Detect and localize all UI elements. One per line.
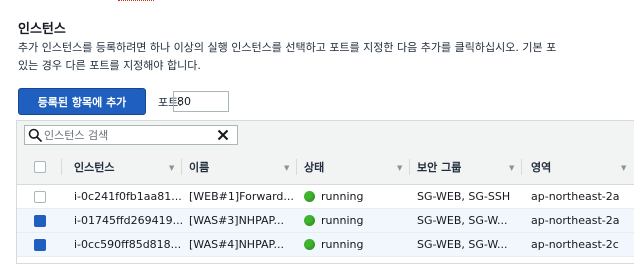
column-header-name[interactable]: 이름 bbox=[189, 149, 209, 184]
select-all-checkbox[interactable] bbox=[34, 149, 46, 184]
table-header: 인스턴스 ▼ 이름 ▼ 상태 ▼ 보안 그룹 ▼ 영역 ▼ bbox=[17, 149, 634, 185]
instance-name: [WAS#3]NHPAP... bbox=[189, 214, 284, 227]
zone: ap-northeast-2c bbox=[531, 238, 619, 251]
zone: ap-northeast-2a bbox=[531, 190, 620, 203]
table-row[interactable]: i-0cc590ff85d818... [WAS#4]NHPAP... runn… bbox=[17, 233, 634, 257]
state-label: running bbox=[321, 214, 364, 227]
sort-caret-icon[interactable]: ▼ bbox=[621, 164, 626, 172]
column-header-instance[interactable]: 인스턴스 bbox=[74, 149, 114, 184]
column-header-state[interactable]: 상태 bbox=[304, 149, 324, 184]
security-group: SG-WEB, SG-W... bbox=[417, 238, 508, 251]
instance-id: i-0cc590ff85d818... bbox=[74, 238, 182, 251]
instances-panel: 인스턴스 추가 인스턴스를 등록하려면 하나 이상의 실행 인스턴스를 선택하고… bbox=[12, 8, 634, 264]
column-header-security-group[interactable]: 보안 그룹 bbox=[417, 149, 461, 184]
table-row[interactable]: i-0c241f0fb1aa81... [WEB#1]Forward... ru… bbox=[17, 185, 634, 209]
panel-description: 추가 인스턴스를 등록하려면 하나 이상의 실행 인스턴스를 선택하고 포트를 … bbox=[18, 41, 557, 72]
running-status-icon bbox=[304, 215, 315, 226]
add-to-registered-button[interactable]: 등록된 항목에 추가 bbox=[18, 88, 146, 115]
instance-id: i-01745ffd269419... bbox=[74, 214, 184, 227]
instance-name: [WEB#1]Forward... bbox=[189, 190, 294, 203]
column-divider bbox=[61, 159, 62, 175]
search-icon bbox=[26, 126, 44, 144]
column-header-zone[interactable]: 영역 bbox=[531, 149, 551, 184]
column-divider bbox=[521, 159, 522, 175]
column-divider bbox=[181, 159, 182, 175]
security-group: SG-WEB, SG-W... bbox=[417, 214, 508, 227]
search-placeholder: 인스턴스 검색 bbox=[44, 129, 109, 142]
row-checkbox[interactable] bbox=[34, 233, 46, 256]
table-row[interactable]: i-01745ffd269419... [WAS#3]NHPAP... runn… bbox=[17, 209, 634, 233]
instance-name: [WAS#4]NHPAP... bbox=[189, 238, 284, 251]
instance-state: running bbox=[304, 209, 363, 232]
instance-state: running bbox=[304, 185, 363, 208]
instance-id: i-0c241f0fb1aa81... bbox=[74, 190, 182, 203]
state-label: running bbox=[321, 190, 364, 203]
filter-bar: 인스턴스 검색 bbox=[17, 121, 634, 149]
row-checkbox[interactable] bbox=[34, 185, 46, 208]
security-group: SG-WEB, SG-SSH bbox=[417, 190, 511, 203]
search-input[interactable]: 인스턴스 검색 bbox=[24, 125, 238, 145]
state-label: running bbox=[321, 238, 364, 251]
close-icon[interactable] bbox=[215, 127, 231, 143]
column-divider bbox=[296, 159, 297, 175]
running-status-icon bbox=[304, 191, 315, 202]
column-divider bbox=[409, 159, 410, 175]
sort-caret-icon[interactable]: ▼ bbox=[509, 164, 514, 172]
sort-caret-icon[interactable]: ▼ bbox=[397, 164, 402, 172]
zone: ap-northeast-2a bbox=[531, 214, 620, 227]
panel-title: 인스턴스 bbox=[18, 22, 66, 37]
port-input[interactable]: 80 bbox=[173, 91, 229, 112]
row-checkbox[interactable] bbox=[34, 209, 46, 232]
instances-table: 인스턴스 검색 인스턴스 ▼ 이름 ▼ 상태 ▼ 보안 그룹 ▼ 영역 ▼ i-… bbox=[16, 120, 634, 264]
sort-caret-icon[interactable]: ▼ bbox=[169, 164, 174, 172]
top-dotted-underline bbox=[0, 0, 634, 2]
running-status-icon bbox=[304, 239, 315, 250]
sort-caret-icon[interactable]: ▼ bbox=[284, 164, 289, 172]
instance-state: running bbox=[304, 233, 363, 256]
